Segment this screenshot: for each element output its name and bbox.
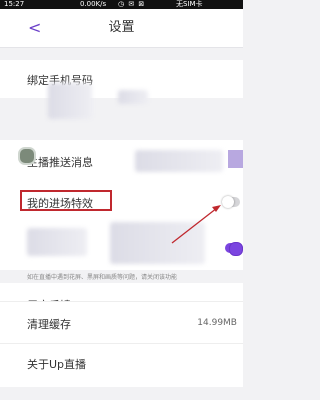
about-label: 关于Up直播 (27, 358, 87, 371)
arrow-line (171, 207, 218, 244)
clear-cache-label: 清理缓存 (27, 318, 71, 331)
cache-size: 14.99MB (197, 318, 237, 328)
clear-cache-row[interactable]: 清理缓存 14.99MB (0, 301, 243, 343)
about-row[interactable]: 关于Up直播 (0, 343, 243, 387)
